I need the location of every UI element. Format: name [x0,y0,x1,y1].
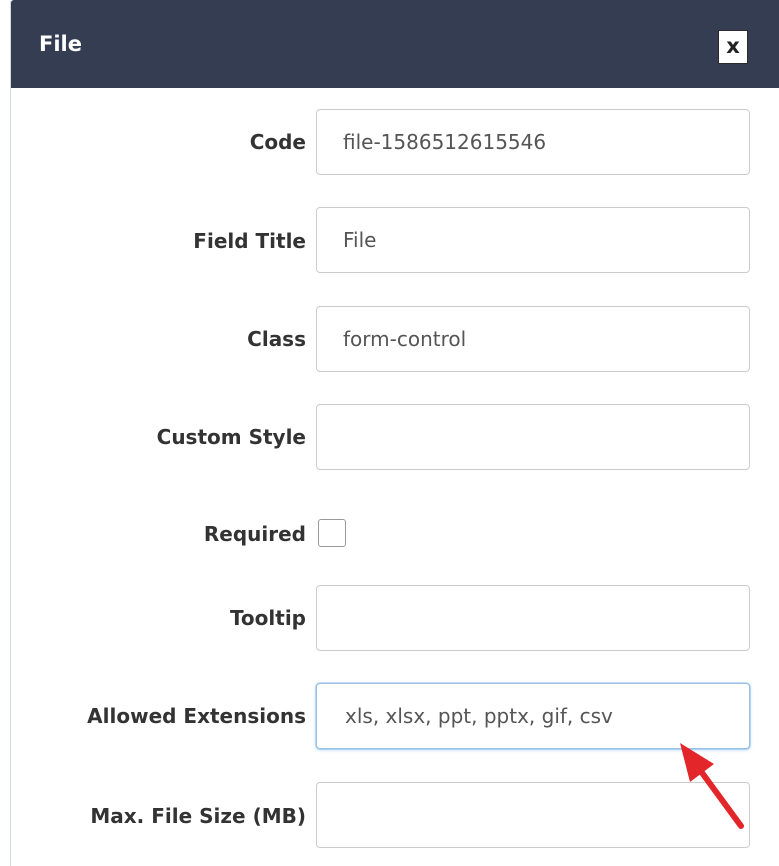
custom-style-input[interactable] [316,404,750,470]
tooltip-input[interactable] [316,585,750,651]
custom-style-label: Custom Style [156,425,306,449]
max-file-size-label: Max. File Size (MB) [90,804,306,828]
field-title-label: Field Title [193,229,306,253]
class-label: Class [247,327,306,351]
close-button[interactable]: x [718,30,748,64]
required-checkbox[interactable] [318,519,346,547]
code-label: Code [249,130,306,154]
required-label: Required [203,522,306,546]
tooltip-label: Tooltip [229,606,306,630]
class-input[interactable]: form-control [316,306,750,372]
allowed-extensions-label: Allowed Extensions [87,704,306,728]
code-input[interactable]: file-1586512615546 [316,109,750,175]
dialog-title: File [39,32,82,56]
max-file-size-input[interactable] [316,782,750,848]
dialog-header: File [11,0,779,88]
field-title-input[interactable]: File [316,207,750,273]
allowed-extensions-input[interactable]: xls, xlsx, ppt, pptx, gif, csv [316,683,750,749]
